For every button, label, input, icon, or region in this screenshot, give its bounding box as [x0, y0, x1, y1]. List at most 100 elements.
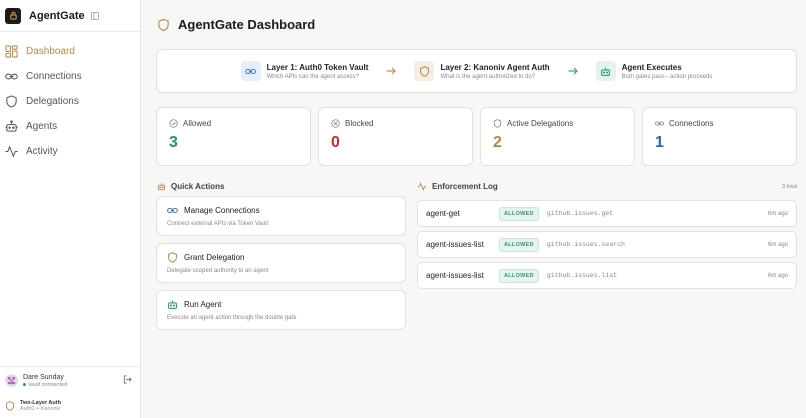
log-action: github.issues.get	[546, 210, 614, 217]
page-header: AgentGate Dashboard	[157, 17, 315, 32]
sidebar-item-label: Activity	[26, 146, 58, 157]
sidebar-item-dashboard[interactable]: Dashboard	[0, 39, 140, 64]
stat-label: Blocked	[345, 119, 374, 128]
flow-step-subtitle: What is the agent authorized to do?	[440, 73, 536, 80]
run-agent-button[interactable]: Run Agent Execute an agent action throug…	[156, 290, 406, 330]
x-circle-icon	[331, 119, 340, 128]
sidebar-item-label: Dashboard	[26, 46, 75, 57]
link-icon	[167, 205, 178, 216]
activity-icon	[417, 182, 427, 191]
user-status: Vault connected	[23, 382, 67, 388]
quick-actions-header: Quick Actions	[157, 182, 225, 191]
shield-icon	[157, 18, 170, 32]
log-action: github.issues.search	[546, 241, 625, 248]
flow-step-title: Agent Executes	[621, 62, 682, 72]
link-icon	[5, 70, 18, 83]
bot-icon	[5, 120, 18, 133]
sidebar-item-connections[interactable]: Connections	[0, 64, 140, 89]
shield-icon	[414, 61, 435, 81]
avatar	[5, 374, 18, 387]
stat-card-blocked: Blocked 0	[318, 107, 473, 166]
user-status-text: Vault connected	[28, 381, 68, 388]
check-circle-icon	[169, 119, 178, 128]
status-badge: ALLOWED	[499, 206, 539, 221]
stat-label: Connections	[669, 119, 714, 128]
flow-step-title: Layer 1: Auth0 Token Vault	[266, 62, 369, 72]
stat-card-connections: Connections 1	[642, 107, 797, 166]
sidebar-item-activity[interactable]: Activity	[0, 139, 140, 164]
flow-step-execute: Agent Executes Both gates pass - action …	[595, 61, 713, 81]
status-badge: ALLOWED	[499, 237, 539, 252]
auth-flow-banner: Layer 1: Auth0 Token Vault Which APIs ca…	[156, 49, 797, 93]
log-row[interactable]: agent-issues-list ALLOWED github.issues.…	[417, 231, 797, 258]
logout-icon[interactable]	[123, 375, 132, 384]
log-row[interactable]: agent-issues-list ALLOWED github.issues.…	[417, 262, 797, 289]
flow-step-subtitle: Which APIs can the agent access?	[266, 73, 360, 80]
lock-icon	[5, 7, 21, 24]
manage-connections-button[interactable]: Manage Connections Connect external APIs…	[156, 196, 406, 236]
flow-step-subtitle: Both gates pass - action proceeds	[621, 73, 713, 80]
bot-icon	[595, 61, 616, 81]
user-profile: Dare Sunday Vault connected	[0, 367, 140, 394]
log-time: 6m ago	[767, 272, 788, 279]
quick-action-title: Run Agent	[184, 300, 222, 309]
stat-card-allowed: Allowed 3	[156, 107, 311, 166]
stat-value: 1	[655, 134, 664, 151]
two-layer-auth-info: Two-Layer Auth Auth0 + Kanoniv	[0, 396, 140, 416]
sidebar-footer: Dare Sunday Vault connected Two-Layer Au…	[0, 366, 140, 418]
quick-action-desc: Execute an agent action through the doub…	[167, 315, 297, 321]
flow-step-title: Layer 2: Kanoniv Agent Auth	[440, 62, 550, 72]
grant-delegation-button[interactable]: Grant Delegation Delegate scoped authori…	[156, 243, 406, 283]
log-agent: agent-issues-list	[426, 271, 484, 280]
enforcement-log-header: Enforcement Log 3 total	[417, 182, 797, 191]
log-time: 6m ago	[767, 210, 788, 217]
log-action: github.issues.list	[546, 272, 618, 279]
page-title: AgentGate Dashboard	[178, 17, 316, 32]
sidebar-item-agents[interactable]: Agents	[0, 114, 140, 139]
sidebar-item-label: Connections	[26, 71, 82, 82]
quick-action-title: Grant Delegation	[184, 253, 245, 262]
log-time: 6m ago	[767, 241, 788, 248]
flow-step-layer1: Layer 1: Auth0 Token Vault Which APIs ca…	[240, 61, 369, 81]
status-dot	[23, 383, 26, 386]
sidebar-item-delegations[interactable]: Delegations	[0, 89, 140, 114]
stat-label: Allowed	[183, 119, 212, 128]
quick-action-desc: Connect external APIs via Token Vault	[167, 221, 269, 227]
log-total-count: 3 total	[782, 183, 797, 190]
stats-row: Allowed 3 Blocked 0 Active Delegations 2	[156, 107, 797, 166]
stat-value: 0	[331, 134, 340, 151]
status-badge: ALLOWED	[499, 268, 539, 283]
arrow-right-icon	[568, 67, 578, 75]
main-content: AgentGate Dashboard Layer 1: Auth0 Token…	[141, 0, 806, 418]
log-agent: agent-issues-list	[426, 240, 484, 249]
sidebar-item-label: Agents	[26, 121, 58, 132]
shield-icon	[5, 95, 18, 108]
stat-value: 3	[169, 134, 178, 151]
arrow-right-icon	[386, 67, 397, 75]
brand-name: AgentGate	[29, 9, 85, 22]
log-agent: agent-get	[426, 209, 460, 218]
bot-icon	[157, 182, 166, 191]
sidebar-nav: Dashboard Connections Delegations Agents…	[0, 32, 140, 164]
link-icon	[655, 119, 664, 128]
stat-card-delegations: Active Delegations 2	[480, 107, 635, 166]
two-layer-subtitle: Auth0 + Kanoniv	[20, 406, 61, 412]
shield-icon	[493, 119, 502, 128]
quick-action-desc: Delegate scoped authority to an agent	[167, 268, 269, 274]
sidebar-item-label: Delegations	[26, 96, 79, 107]
sidebar-toggle-icon[interactable]	[90, 11, 99, 20]
brand: AgentGate	[0, 0, 140, 32]
flow-step-layer2: Layer 2: Kanoniv Agent Auth What is the …	[414, 61, 550, 81]
stat-label: Active Delegations	[507, 119, 574, 128]
user-name: Dare Sunday	[23, 373, 64, 381]
enforcement-log-title: Enforcement Log	[432, 182, 498, 191]
dashboard-icon	[5, 45, 18, 58]
quick-actions-title: Quick Actions	[171, 182, 225, 191]
shield-icon	[5, 401, 15, 411]
activity-icon	[5, 145, 18, 158]
quick-action-title: Manage Connections	[184, 206, 260, 215]
shield-icon	[167, 252, 178, 263]
log-row[interactable]: agent-get ALLOWED github.issues.get 6m a…	[417, 200, 797, 227]
bot-icon	[167, 299, 178, 310]
stat-value: 2	[493, 134, 502, 151]
